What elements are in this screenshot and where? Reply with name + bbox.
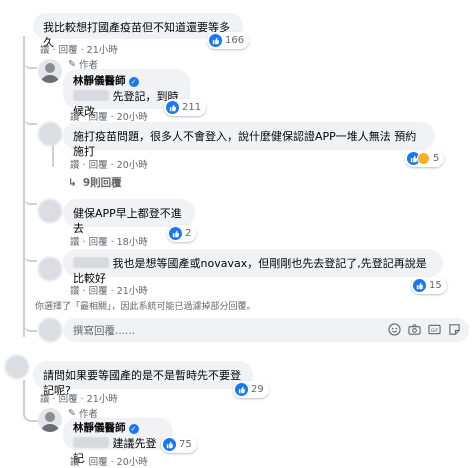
reply-actions: 讚 · 回覆 · 18小時 (70, 237, 148, 248)
reply-input[interactable]: 撰寫回覆...... GIF (63, 318, 469, 342)
reply-text: 施打疫苗問題，很多人不會登入，說什麼健保認證APP一堆人無法 預約施打 (73, 130, 417, 158)
redacted-mention (73, 90, 109, 101)
like-icon (166, 101, 179, 114)
camera-icon[interactable] (408, 323, 421, 336)
thread-branch (23, 320, 37, 332)
reply-bubble: 健保APP早上都登不進去 (63, 199, 195, 235)
reply-actions: 讚 · 回覆 · 20小時 (70, 160, 148, 171)
like-link[interactable]: 讚 (70, 457, 80, 468)
reaction-count[interactable]: 15 (411, 277, 447, 294)
like-link[interactable]: 讚 (70, 286, 80, 297)
timestamp[interactable]: 21小時 (87, 394, 118, 405)
redacted-mention (73, 437, 109, 448)
thread-line (23, 380, 40, 422)
sticker-icon[interactable] (448, 323, 461, 336)
author-name[interactable]: 林靜儀醫師 ✓ (73, 421, 163, 436)
user-avatar[interactable] (38, 122, 62, 146)
reply-link[interactable]: 回覆 (89, 286, 108, 297)
user-avatar[interactable] (38, 257, 62, 281)
emoji-icon[interactable] (388, 323, 401, 336)
reply-actions: 讚 · 回覆 · 20小時 (70, 112, 148, 123)
reaction-count[interactable]: 29 (233, 381, 269, 398)
reply-link[interactable]: 回覆 (59, 45, 78, 56)
like-icon (209, 34, 222, 47)
timestamp[interactable]: 21小時 (117, 286, 148, 297)
like-link[interactable]: 讚 (70, 160, 80, 171)
edit-icon: ✎ (68, 407, 76, 419)
reaction-count[interactable]: 211 (164, 99, 207, 116)
author-avatar[interactable] (38, 59, 62, 83)
timestamp[interactable]: 20小時 (117, 160, 148, 171)
thread-branch (23, 193, 37, 205)
filter-notice: 你選擇了「最相關」，因此系統可能已過濾掉部分回覆。 (35, 302, 256, 312)
reply-link[interactable]: 回覆 (89, 237, 108, 248)
current-user-avatar (38, 318, 62, 342)
reaction-count[interactable]: 166 (207, 32, 250, 49)
verified-icon: ✓ (128, 423, 139, 434)
reply-text: 我也是想等國產或novavax，但剛剛也先去登記了,先登記再說是比較好 (73, 257, 427, 285)
reply-bubble: 林靜儀醫師 ✓ 建議先登記 (63, 418, 173, 465)
reply-actions: 讚 · 回覆 · 21小時 (70, 286, 148, 297)
thread-line (52, 145, 56, 167)
user-avatar[interactable] (5, 355, 29, 379)
timestamp[interactable]: 20小時 (117, 457, 148, 468)
thread-branch (23, 113, 37, 125)
author-name[interactable]: 林靜儀醫師 ✓ (73, 74, 180, 89)
user-avatar[interactable] (38, 199, 62, 223)
redacted-mention (73, 257, 109, 268)
comment-actions: 讚 · 回覆 · 21小時 (40, 394, 118, 405)
reaction-count[interactable]: 5 (405, 150, 445, 167)
view-more-replies[interactable]: ↳ 9則回覆 (68, 175, 122, 190)
thread-branch (23, 250, 37, 262)
like-link[interactable]: 讚 (40, 45, 50, 56)
reply-link[interactable]: 回覆 (89, 457, 108, 468)
reaction-count[interactable]: 2 (167, 225, 197, 242)
thread-line (23, 36, 40, 337)
thread-branch (23, 56, 37, 69)
reply-arrow-icon: ↳ (68, 176, 77, 189)
reply-bubble: 施打疫苗問題，很多人不會登入，說什麼健保認證APP一堆人無法 預約施打 (63, 122, 435, 158)
author-avatar[interactable] (38, 408, 62, 432)
comment-actions: 讚 · 回覆 · 21小時 (40, 45, 118, 56)
reply-link[interactable]: 回覆 (59, 394, 78, 405)
like-link[interactable]: 讚 (40, 394, 50, 405)
reply-bubble: 我也是想等國產或novavax，但剛剛也先去登記了,先登記再說是比較好 (63, 249, 443, 285)
comment-bubble: 請問如果要等國產的是不是暫時先不要登記呢? (33, 361, 253, 397)
reaction-count[interactable]: 75 (161, 436, 197, 453)
reply-text: 健保APP早上都登不進去 (73, 207, 182, 235)
edit-icon: ✎ (68, 58, 76, 70)
like-link[interactable]: 讚 (70, 237, 80, 248)
timestamp[interactable]: 18小時 (117, 237, 148, 248)
svg-text:GIF: GIF (431, 328, 439, 334)
like-icon (169, 227, 182, 240)
gif-icon[interactable]: GIF (428, 323, 441, 336)
verified-icon: ✓ (128, 76, 139, 87)
reply-link[interactable]: 回覆 (89, 160, 108, 171)
like-icon (235, 383, 248, 396)
timestamp[interactable]: 21小時 (87, 45, 118, 56)
haha-icon (417, 152, 430, 165)
reply-actions: 讚 · 回覆 · 20小時 (70, 457, 148, 468)
like-icon (163, 438, 176, 451)
like-icon (413, 279, 426, 292)
